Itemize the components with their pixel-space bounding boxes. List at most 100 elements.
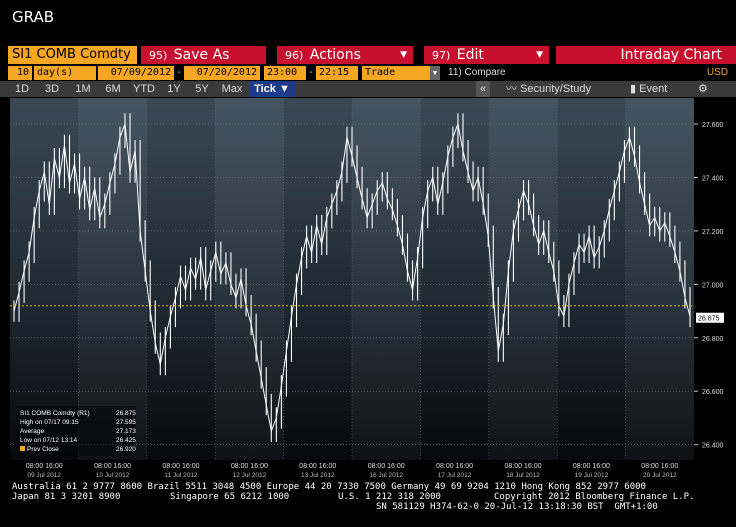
footer: Australia 61 2 9777 8600 Brazil 5511 304… [0, 482, 736, 527]
period-3d-button[interactable]: 3D [40, 81, 64, 97]
period-count-input[interactable]: 10 [8, 66, 32, 80]
legend-series-label: SI1 COMB Comdty (R1) [20, 410, 90, 417]
day-band [626, 98, 694, 460]
footer-phones-singapore: Singapore 65 6212 1000 [170, 492, 290, 502]
event-type-select[interactable]: Trade [362, 66, 430, 80]
footer-phones-japan: Japan 81 3 3201 8900 [12, 492, 121, 502]
legend-high-label: High on 07/17 09:15 [20, 419, 79, 426]
period-ytd-button[interactable]: YTD [130, 81, 158, 97]
edit-number: 97) [432, 49, 451, 62]
legend-series-value: 26.875 [116, 410, 136, 417]
last-value-label: 26.875 [698, 316, 720, 323]
period-unit-select[interactable]: day(s) [34, 66, 96, 80]
y-axis: 26.400 26.600 26.800 27.000 27.200 27.400 27.6… [694, 122, 724, 450]
actions-number: 96) [285, 49, 304, 62]
day-band [489, 98, 557, 460]
time-separator: - [308, 67, 315, 78]
y-tick-label: 27.600 [702, 122, 724, 129]
legend-average-label: Average [20, 428, 44, 435]
y-tick-label: 27.400 [702, 175, 724, 182]
period-max-button[interactable]: Max [218, 81, 246, 97]
legend-average-value: 27.173 [116, 428, 136, 435]
period-5y-button[interactable]: 5Y [190, 81, 214, 97]
legend-prev-close-swatch [20, 446, 25, 451]
period-1d-button[interactable]: 1D [10, 81, 34, 97]
footer-phones-line1: Australia 61 2 9777 8600 Brazil 5511 304… [12, 482, 646, 492]
chevron-down-icon: ▼ [536, 50, 543, 60]
chevron-down-icon: ▼ [400, 50, 407, 60]
footer-session-info: SN 581129 H374-62-0 20-Jul-12 13:18:30 B… [376, 502, 658, 512]
security-study-label: Security/Study [520, 83, 591, 95]
legend-high-value: 27.595 [116, 419, 136, 426]
y-tick-label: 27.000 [702, 282, 724, 289]
day-band [10, 98, 79, 460]
x-day-label: 19 Jul 2012 [575, 472, 609, 479]
footer-phones-us: U.S. 1 212 318 2000 [338, 492, 441, 502]
end-date-input[interactable]: 07/20/2012 [184, 66, 260, 80]
chevron-down-icon[interactable]: ▼ [430, 66, 440, 80]
event-icon: ▮ [630, 83, 637, 95]
period-toolbar: 1D 3D 1M 6M YTD 1Y 5Y Max Tick ▼ « 〰 Sec… [0, 81, 736, 97]
day-band [420, 98, 489, 460]
chart-legend: SI1 COMB Comdty (R1) 26.875 High on 07/1… [16, 406, 136, 456]
footer-copyright: Copyright 2012 Bloomberg Finance L.P. [494, 492, 695, 502]
collapse-button[interactable]: « [476, 81, 490, 97]
actions-label: Actions [309, 47, 361, 63]
x-day-label: 18 Jul 2012 [506, 472, 540, 479]
x-time-label: 08:00 16:00 [368, 463, 405, 470]
x-time-label: 08:00 16:00 [505, 463, 542, 470]
price-chart[interactable]: SI1 COMB Comdty (R1) 26.875 High on 07/1… [10, 98, 694, 460]
compare-button[interactable]: 11) Compare [448, 66, 506, 80]
menu-bar: SI1 COMB Comdty 95) Save As 96) Actions … [0, 44, 736, 65]
x-time-label: 08:00 16:00 [163, 463, 200, 470]
x-time-label: 08:00 16:00 [231, 463, 268, 470]
x-day-label: 10 Jul 2012 [96, 472, 130, 479]
x-time-label: 08:00 16:00 [299, 463, 336, 470]
actions-button[interactable]: 96) Actions ▼ [277, 46, 413, 64]
x-day-label: 13 Jul 2012 [301, 472, 335, 479]
x-day-label: 20 Jul 2012 [643, 472, 677, 479]
window-title: GRAB [12, 8, 54, 26]
line-chart-icon: 〰 [506, 83, 517, 95]
save-as-button[interactable]: 95) Save As [141, 46, 266, 64]
y-tick-label: 26.600 [702, 389, 724, 396]
security-study-button[interactable]: 〰 Security/Study [506, 81, 591, 97]
day-band [78, 98, 146, 460]
start-time-input[interactable]: 23:00 [264, 66, 306, 80]
x-day-label: 16 Jul 2012 [369, 472, 403, 479]
legend-prev-close-value: 26.920 [116, 446, 136, 453]
period-1m-button[interactable]: 1M [70, 81, 96, 97]
save-as-label: Save As [173, 47, 230, 63]
legend-low-label: Low on 07/12 13:14 [20, 437, 77, 444]
tick-label: Tick [254, 83, 276, 95]
start-date-input[interactable]: 07/09/2012 [98, 66, 174, 80]
tick-period-button[interactable]: Tick ▼ [249, 81, 295, 97]
legend-prev-close-label: Prev Close [27, 446, 59, 453]
legend-low-value: 26.425 [116, 437, 136, 444]
event-button[interactable]: ▮ Event [630, 81, 667, 97]
edit-button[interactable]: 97) Edit ▼ [424, 46, 549, 64]
y-tick-label: 27.200 [702, 229, 724, 236]
day-band [557, 98, 626, 460]
security-ticker-field[interactable]: SI1 COMB Comdty [8, 46, 137, 64]
day-band [283, 98, 352, 460]
x-day-label: 17 Jul 2012 [438, 472, 472, 479]
y-tick-label: 26.800 [702, 336, 724, 343]
x-time-label: 08:00 16:00 [94, 463, 131, 470]
x-time-label: 08:00 16:00 [641, 463, 678, 470]
save-as-number: 95) [149, 49, 168, 62]
x-time-label: 08:00 16:00 [573, 463, 610, 470]
x-time-label: 08:00 16:00 [26, 463, 63, 470]
x-axis: 08:00 16:00 09 Jul 2012 08:00 16:00 10 Jul … [26, 463, 679, 479]
x-day-label: 11 Jul 2012 [164, 472, 198, 479]
currency-label[interactable]: USD [707, 66, 728, 80]
event-label: Event [639, 83, 668, 95]
chart-title: Intraday Chart [556, 46, 736, 64]
period-6m-button[interactable]: 6M [100, 81, 126, 97]
x-time-label: 08:00 16:00 [436, 463, 473, 470]
end-time-input[interactable]: 22:15 [316, 66, 358, 80]
settings-gear-icon[interactable]: ⚙ [698, 81, 708, 97]
edit-label: Edit [456, 47, 484, 63]
x-day-label: 09 Jul 2012 [27, 472, 61, 479]
period-1y-button[interactable]: 1Y [162, 81, 186, 97]
